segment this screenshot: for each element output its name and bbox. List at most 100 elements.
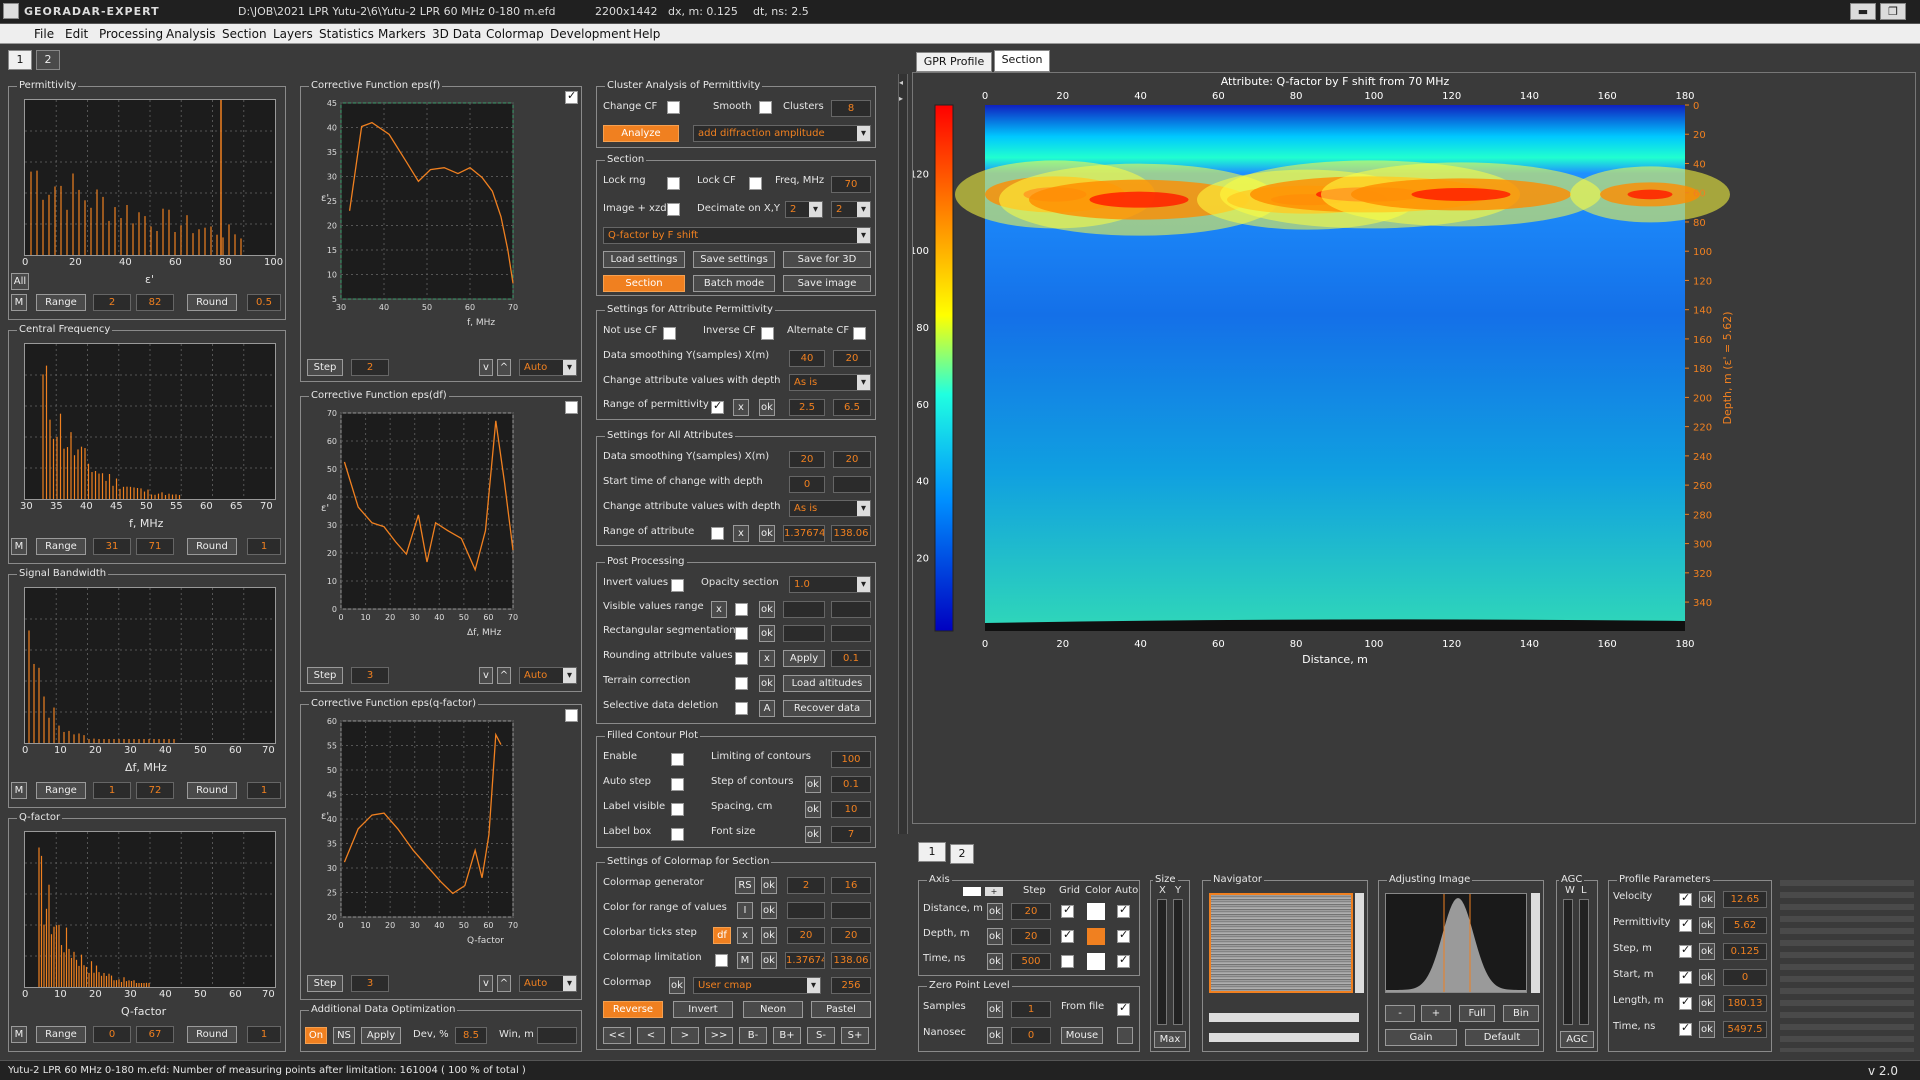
x-button[interactable]: x	[759, 650, 775, 667]
change-depth-select[interactable]: As is	[789, 374, 871, 391]
alternate-cf-checkbox[interactable]	[853, 327, 866, 340]
gen-input-1[interactable]: 2	[787, 877, 825, 894]
menu-3d-data[interactable]: 3D Data	[432, 27, 481, 41]
selective-deletion-checkbox[interactable]	[735, 702, 748, 715]
ok-button[interactable]: ok	[1699, 891, 1715, 908]
ok-button[interactable]: ok	[759, 399, 775, 416]
step-checkbox[interactable]	[1679, 943, 1692, 958]
ok-button[interactable]: ok	[987, 903, 1003, 920]
range-min-input[interactable]: 2.5	[789, 399, 825, 416]
navigator-hscroll-2[interactable]	[1209, 1033, 1359, 1042]
batch-mode-button[interactable]: Batch mode	[693, 275, 775, 292]
limit-min-input[interactable]: 1.37674	[785, 952, 825, 969]
velocity-input[interactable]: 12.65	[1723, 891, 1767, 908]
range-checkbox[interactable]	[711, 527, 724, 540]
range-button[interactable]: Range	[36, 294, 86, 311]
all-button[interactable]: All	[11, 273, 29, 290]
smooth-y-input[interactable]: 20	[789, 451, 825, 468]
menu-colormap[interactable]: Colormap	[486, 27, 544, 41]
lock-rng-checkbox[interactable]	[667, 177, 680, 190]
ok-button[interactable]: ok	[761, 927, 777, 944]
length-checkbox[interactable]	[1679, 995, 1692, 1010]
length-input[interactable]: 180.13	[1723, 995, 1767, 1012]
m-button[interactable]: M	[11, 782, 27, 799]
round-button[interactable]: Round	[187, 782, 237, 799]
limiting-input[interactable]: 100	[831, 751, 871, 768]
bottom-tab-2[interactable]: 2	[950, 844, 974, 864]
depth-step-input[interactable]: 20	[1011, 928, 1051, 945]
bin-button[interactable]: Bin	[1503, 1005, 1539, 1022]
time-input[interactable]: 5497.5	[1723, 1021, 1767, 1038]
up-button[interactable]: ^	[497, 975, 511, 992]
load-settings-button[interactable]: Load settings	[603, 251, 685, 268]
step-input[interactable]: 3	[351, 667, 389, 684]
m-button[interactable]: M	[737, 952, 753, 969]
clusters-input[interactable]: 8	[831, 100, 871, 117]
start-time-input-2[interactable]	[833, 476, 871, 493]
start-checkbox[interactable]	[1679, 969, 1692, 984]
terrain-checkbox[interactable]	[735, 677, 748, 690]
load-altitudes-button[interactable]: Load altitudes	[783, 675, 871, 692]
reverse-button[interactable]: Reverse	[603, 1001, 663, 1018]
limitation-checkbox[interactable]	[715, 954, 728, 967]
smooth-y-input[interactable]: 40	[789, 350, 825, 367]
label-box-checkbox[interactable]	[671, 828, 684, 841]
brightness-minus-button[interactable]: B-	[739, 1027, 767, 1044]
distance-color-swatch[interactable]	[1087, 903, 1105, 920]
x-button[interactable]: x	[733, 399, 749, 416]
time-step-input[interactable]: 500	[1011, 953, 1051, 970]
permittivity-input[interactable]: 5.62	[1723, 917, 1767, 934]
ok-button[interactable]: ok	[987, 953, 1003, 970]
menu-section[interactable]: Section	[222, 27, 267, 41]
rect-segmentation-checkbox[interactable]	[735, 627, 748, 640]
up-button[interactable]: ^	[497, 359, 511, 376]
change-depth-select[interactable]: As is	[789, 500, 871, 517]
image-histogram[interactable]	[1385, 893, 1527, 993]
brightness-plus-button[interactable]: B+	[773, 1027, 801, 1044]
menu-markers[interactable]: Markers	[378, 27, 426, 41]
x-button[interactable]: x	[733, 525, 749, 542]
limit-max-input[interactable]: 138.06	[831, 952, 871, 969]
round-input[interactable]: 1	[247, 782, 281, 799]
splitter-arrow-icon[interactable]: ◂	[899, 78, 907, 87]
save-settings-button[interactable]: Save settings	[693, 251, 775, 268]
splitter-arrow-icon[interactable]: ▸	[899, 94, 907, 103]
navigator-hscroll[interactable]	[1209, 1013, 1359, 1022]
ok-button[interactable]: ok	[987, 1001, 1003, 1018]
ticks-input-1[interactable]: 20	[787, 927, 825, 944]
change-cf-checkbox[interactable]	[667, 101, 680, 114]
tab-1[interactable]: 1	[8, 50, 32, 70]
font-size-input[interactable]: 7	[831, 826, 871, 843]
from-file-checkbox[interactable]	[1117, 1001, 1130, 1016]
depth-color-swatch[interactable]	[1087, 928, 1105, 945]
menu-layers[interactable]: Layers	[273, 27, 313, 41]
gen-input-2[interactable]: 16	[831, 877, 871, 894]
save-for-3d-button[interactable]: Save for 3D	[783, 251, 871, 268]
neon-button[interactable]: Neon	[743, 1001, 803, 1018]
nanosec-input[interactable]: 0	[1011, 1027, 1051, 1044]
smooth-x-input[interactable]: 20	[833, 451, 871, 468]
step-contours-input[interactable]: 0.1	[831, 776, 871, 793]
navigator-thumbnail[interactable]	[1209, 893, 1353, 993]
round-button[interactable]: Round	[187, 1026, 237, 1043]
distance-step-input[interactable]: 20	[1011, 903, 1051, 920]
round-input[interactable]: 1	[247, 538, 281, 555]
ok-button[interactable]: ok	[759, 675, 775, 692]
pastel-button[interactable]: Pastel	[811, 1001, 871, 1018]
range-min-input[interactable]: 1.37674	[783, 525, 825, 542]
range-from-input[interactable]: 1	[93, 782, 131, 799]
label-visible-checkbox[interactable]	[671, 803, 684, 816]
colormap-levels-input[interactable]: 256	[831, 977, 871, 994]
full-button[interactable]: Full	[1459, 1005, 1495, 1022]
start-time-input[interactable]: 0	[789, 476, 825, 493]
range-to-input[interactable]: 67	[136, 1026, 174, 1043]
down-button[interactable]: v	[479, 667, 493, 684]
depth-grid-checkbox[interactable]	[1061, 928, 1074, 943]
plus-button[interactable]: +	[1421, 1005, 1451, 1022]
ok-button[interactable]: ok	[987, 1027, 1003, 1044]
step-button[interactable]: Step	[307, 667, 343, 684]
attribute-select[interactable]: Q-factor by F shift	[603, 227, 871, 244]
range-max-input[interactable]: 138.06	[831, 525, 871, 542]
distance-auto-checkbox[interactable]	[1117, 903, 1130, 918]
menu-processing[interactable]: Processing	[99, 27, 163, 41]
